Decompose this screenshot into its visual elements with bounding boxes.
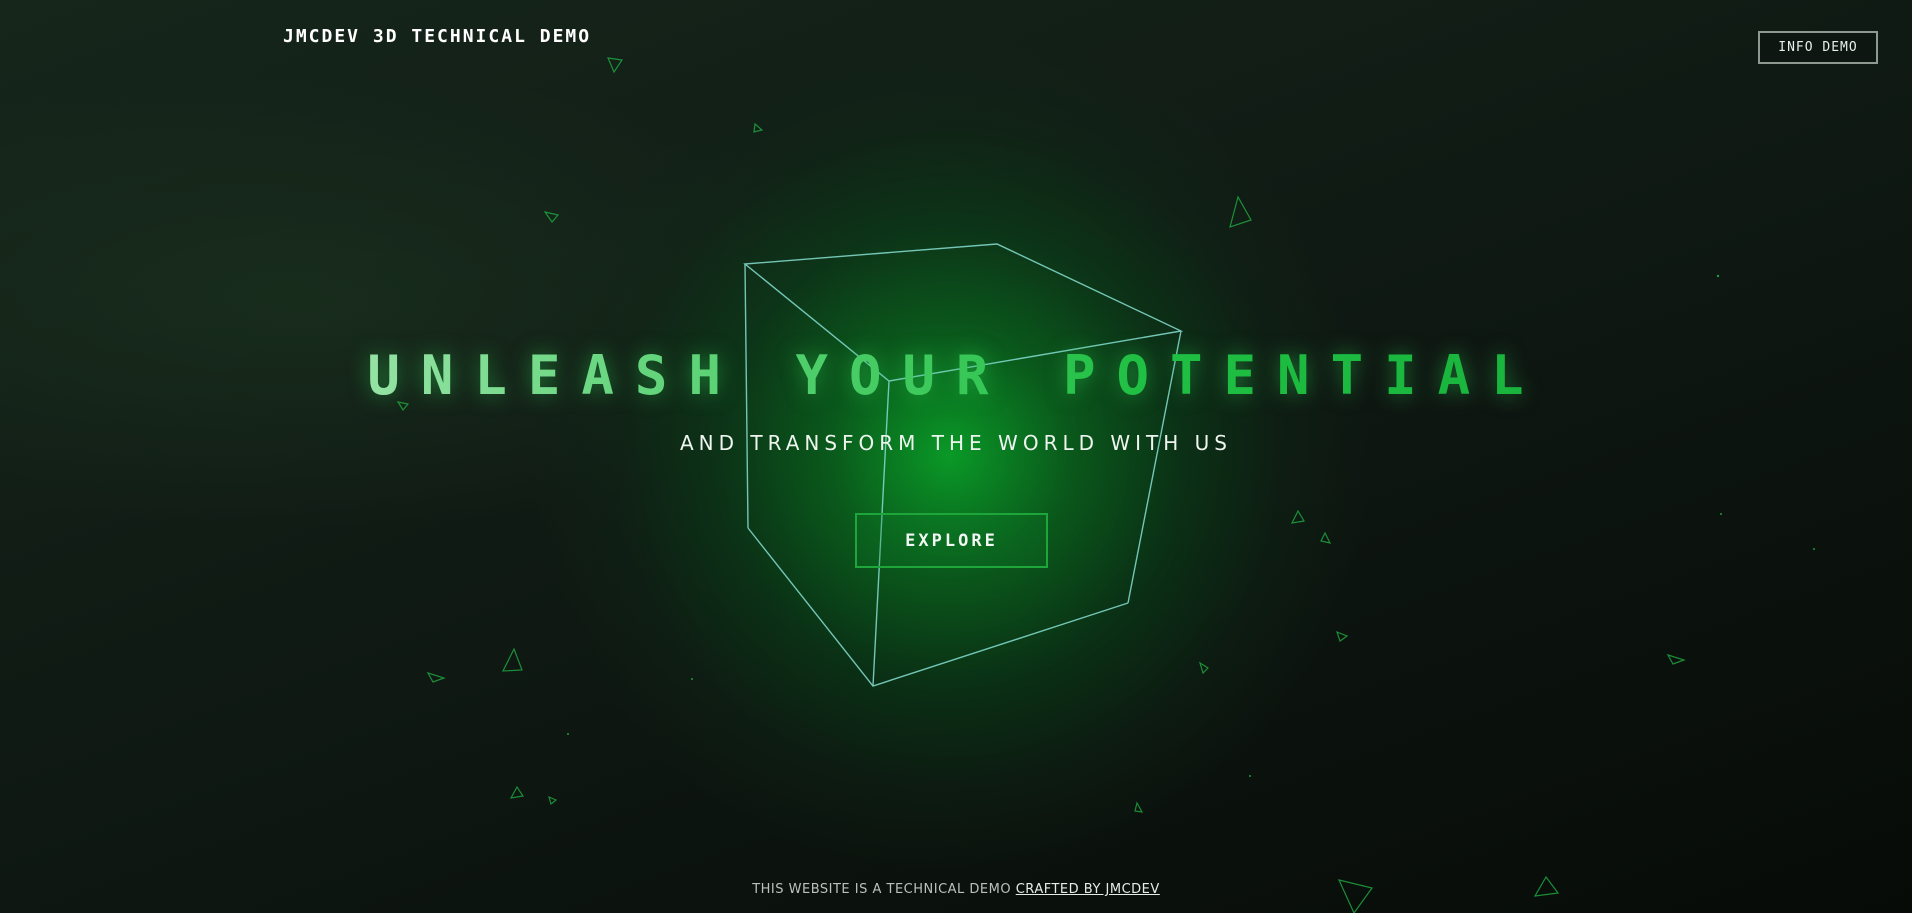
hero-subheadline: AND TRANSFORM THE WORLD WITH US — [680, 431, 1232, 455]
footer-text: THIS WEBSITE IS A TECHNICAL DEMO — [752, 882, 1012, 897]
hero-headline: UNLEASH YOUR POTENTIAL — [0, 344, 1912, 407]
info-demo-button[interactable]: INFO DEMO — [1758, 31, 1878, 64]
explore-button[interactable]: EXPLORE — [855, 513, 1048, 568]
wireframe-cube-icon — [743, 243, 1184, 687]
footer: THIS WEBSITE IS A TECHNICAL DEMO CRAFTED… — [0, 882, 1912, 897]
footer-credit-link[interactable]: CRAFTED BY JMCDEV — [1016, 882, 1160, 897]
site-logo[interactable]: JMCDEV 3D TECHNICAL DEMO — [283, 26, 591, 47]
